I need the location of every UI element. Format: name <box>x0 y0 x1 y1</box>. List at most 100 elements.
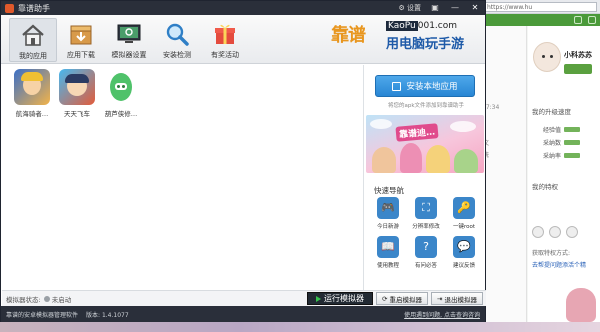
quick-today-games[interactable]: 🎮 今日新游 <box>370 197 406 230</box>
privilege-hint: 获取特权方式: <box>532 250 571 257</box>
app-logo-icon <box>5 3 14 13</box>
browser-profile-panel: 小科苏苏 我的升级速度 经验值 采纳数 采纳率 我的特权 获取特权方式: 去帮提… <box>528 26 600 332</box>
level-badge <box>564 64 592 74</box>
close-button[interactable]: ✕ <box>469 3 481 13</box>
tab-emulator-settings[interactable]: 模拟器设置 <box>105 18 153 62</box>
section-upgrade: 我的升级速度 <box>532 108 571 116</box>
quick-tutorial[interactable]: 📖 使用教程 <box>370 236 406 269</box>
restart-label: 重启模拟器 <box>389 295 422 304</box>
tab-my-apps[interactable]: 我的应用 <box>9 18 57 62</box>
install-local-app-button[interactable]: 安装本地应用 <box>375 75 475 97</box>
exit-label: 退出模拟器 <box>444 295 477 304</box>
stat-bar: 采纳数 <box>543 139 581 147</box>
strip-icon[interactable] <box>574 16 582 24</box>
install-button-label: 安装本地应用 <box>406 82 458 92</box>
help-link[interactable]: 使用遇到问题, 点击查询咨询 <box>404 310 480 319</box>
quick-label: 有问必答 <box>414 263 437 269</box>
app-item[interactable]: 葫芦侠修… <box>101 69 141 118</box>
brand-domain: KaoPu 001.com <box>386 21 458 31</box>
stat-bar: 经验值 <box>543 126 581 134</box>
desktop-strip <box>0 322 600 332</box>
tab-label: 安装检测 <box>163 51 191 59</box>
gamepad-icon: 🎮 <box>377 197 399 219</box>
quick-label: 使用教程 <box>376 263 399 269</box>
avatar[interactable] <box>533 42 561 72</box>
app-label: 葫芦侠修… <box>104 110 138 118</box>
restart-emulator-button[interactable]: ⟳ 重启模拟器 <box>376 292 428 305</box>
banner-text: 靠谱迪… <box>395 123 439 142</box>
exit-emulator-button[interactable]: ⇥ 退出模拟器 <box>431 292 483 305</box>
game-racer-icon <box>59 69 95 105</box>
main-toolbar: 我的应用 应用下载 模拟器设置 安装检测 有奖活动 靠谱 KaoPu 001.co… <box>1 15 485 64</box>
app-grid: 航海骑者… 天天飞车 葫芦侠修… <box>2 65 362 290</box>
status-label: 模拟器状态: <box>6 295 41 304</box>
browser-left-column: 17:34 文 统 <box>480 26 527 332</box>
quick-root[interactable]: 🔑 一键root <box>446 197 482 230</box>
browser-toolbar: https://www.hu <box>480 0 600 14</box>
huluxia-icon <box>103 69 139 105</box>
status-dot-icon <box>43 295 50 302</box>
quick-label: 建议反馈 <box>452 263 475 269</box>
app-item[interactable]: 航海骑者… <box>12 69 52 118</box>
install-tip: 将您的apk文件添加到靠谱助手 <box>387 103 465 109</box>
install-icon <box>392 81 402 91</box>
play-icon <box>316 295 321 302</box>
tab-app-download[interactable]: 应用下载 <box>57 18 105 62</box>
profile-name[interactable]: 小科苏苏 <box>564 50 592 60</box>
footer-text: 靠谱的安卓模拟器管理软件 <box>6 311 79 319</box>
magnifier-icon <box>166 23 189 46</box>
badge-icon[interactable] <box>532 226 544 238</box>
quick-nav-grid: 🎮 今日新游 ⛶ 分辨率修改 🔑 一键root 📖 使用教程 ? 有问必答 💬 建议反馈 <box>370 197 482 269</box>
privilege-link[interactable]: 去帮提问题添活个精 <box>532 260 586 269</box>
app-label: 天天飞车 <box>64 110 90 118</box>
quick-label: 今日新游 <box>376 224 399 230</box>
tab-label: 我的应用 <box>19 52 47 60</box>
quick-faq[interactable]: ? 有问必答 <box>408 236 444 269</box>
game-hero-icon <box>14 69 50 105</box>
brand-slogan: 用电脑玩手游 <box>386 37 465 52</box>
tab-label: 有奖活动 <box>211 51 239 59</box>
status-value: 未启动 <box>51 295 72 304</box>
app-label: 航海骑者… <box>15 110 49 118</box>
app-item[interactable]: 天天飞车 <box>57 69 97 118</box>
badge-icon[interactable] <box>566 226 578 238</box>
tab-install-check[interactable]: 安装检测 <box>153 18 201 62</box>
home-icon <box>22 24 44 46</box>
window-title: 靠谱助手 <box>18 3 50 13</box>
quick-feedback[interactable]: 💬 建议反馈 <box>446 236 482 269</box>
title-bar: 靠谱助手 ⚙ 设置 ▣ — ✕ <box>1 1 485 15</box>
tab-label: 模拟器设置 <box>111 51 147 59</box>
version-text: 版本: 1.4.1077 <box>86 311 129 319</box>
restart-icon: ⟳ <box>382 294 388 303</box>
tab-rewards[interactable]: 有奖活动 <box>201 18 249 62</box>
run-emulator-button[interactable]: 运行模拟器 <box>307 292 373 305</box>
footer-bar: 靠谱的安卓模拟器管理软件 版本: 1.4.1077 使用遇到问题, 点击查询咨询 <box>1 306 485 322</box>
promo-banner[interactable]: 靠谱迪… <box>366 115 484 173</box>
brand-logo: 靠谱 <box>331 25 366 46</box>
gift-icon <box>215 24 235 44</box>
quick-label: 一键root <box>452 224 476 230</box>
stat-bar: 采纳率 <box>543 152 581 160</box>
download-box-icon <box>70 25 92 45</box>
quick-nav-title: 快速导航 <box>374 186 404 195</box>
right-panel: 安装本地应用 将您的apk文件添加到靠谱助手 靠谱迪… 快速导航 🎮 今日新游 ⛶… <box>363 65 485 290</box>
decorative-doll <box>566 288 596 322</box>
skin-icon[interactable]: ▣ <box>429 3 441 13</box>
browser-address-bar[interactable]: https://www.hu <box>483 1 597 12</box>
badge-icon[interactable] <box>549 226 561 238</box>
emulator-status-bar: 模拟器状态: 未启动 运行模拟器 ⟳ 重启模拟器 ⇥ 退出模拟器 <box>2 290 486 306</box>
exit-icon: ⇥ <box>437 294 443 303</box>
brand-banner: 靠谱 KaoPu 001.com 用电脑玩手游 <box>331 21 479 55</box>
browser-green-strip <box>480 14 600 26</box>
window-controls: ⚙ 设置 ▣ — ✕ <box>398 3 481 13</box>
quick-resolution[interactable]: ⛶ 分辨率修改 <box>408 197 444 230</box>
settings-button[interactable]: ⚙ 设置 <box>398 3 421 13</box>
resolution-icon: ⛶ <box>415 197 437 219</box>
section-privilege: 我的特权 <box>532 183 558 191</box>
settings-label: 设置 <box>407 4 421 12</box>
tab-label: 应用下载 <box>67 51 95 59</box>
run-label: 运行模拟器 <box>324 294 364 303</box>
strip-icon[interactable] <box>588 16 596 24</box>
emulator-buttons: 运行模拟器 ⟳ 重启模拟器 ⇥ 退出模拟器 <box>307 292 486 305</box>
minimize-button[interactable]: — <box>449 3 461 13</box>
